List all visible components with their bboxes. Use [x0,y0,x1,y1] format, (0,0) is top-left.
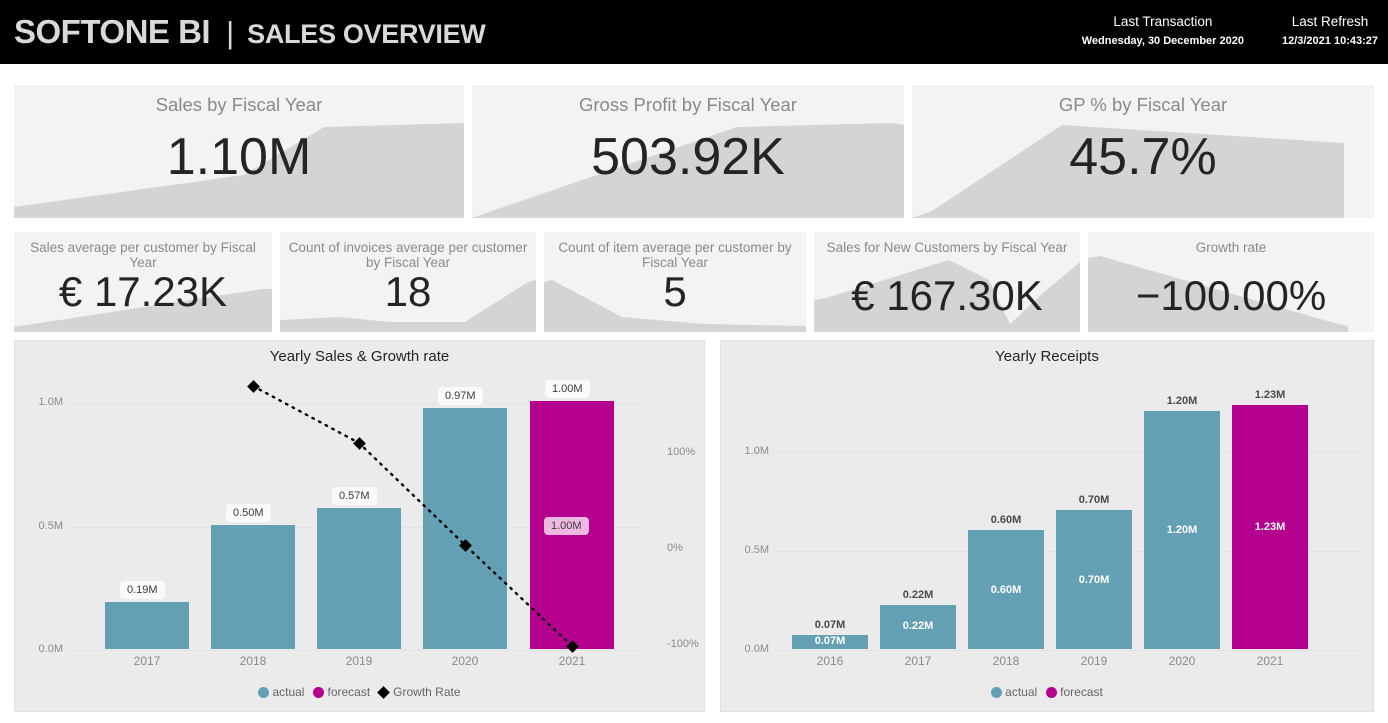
kpi-card-gross-profit[interactable]: Gross Profit by Fiscal Year 503.92K [472,85,904,218]
bar-label-2016: 0.07M [792,619,868,631]
bar-label-2019: 0.70M [1056,494,1132,506]
legend-item-actual[interactable]: actual [991,685,1037,699]
kpi-card-new-customer-sales[interactable]: Sales for New Customers by Fiscal Year €… [814,232,1080,332]
y-axis-tick: 0.0M [727,643,769,655]
bar-label-2018: 0.60M [968,514,1044,526]
kpi-title: GP % by Fiscal Year [912,95,1374,116]
bar-label-2021: 1.23M [1232,389,1308,401]
bar-inner-label-2020: 1.20M [1144,524,1220,536]
kpi-title: Sales by Fiscal Year [14,95,464,116]
chart-legend[interactable]: actual forecast [721,685,1373,699]
legend-label-forecast: forecast [1060,685,1103,699]
kpi-value: 18 [280,268,536,316]
kpi-value: 5 [544,268,806,316]
kpi-title: Sales average per customer by Fiscal Yea… [14,240,272,270]
last-refresh-label: Last Refresh [1282,12,1378,31]
y-axis-tick: 1.0M [727,445,769,457]
page-title: SALES OVERVIEW [247,19,485,50]
x-axis-tick: 2017 [880,654,956,668]
kpi-card-sales[interactable]: Sales by Fiscal Year 1.10M [14,85,464,218]
y-axis-tick: 0.5M [727,544,769,556]
x-axis-tick: 2021 [1232,654,1308,668]
last-refresh-stamp: Last Refresh 12/3/2021 10:43:27 [1282,12,1378,49]
x-axis-tick: 2016 [792,654,868,668]
last-refresh-value: 12/3/2021 10:43:27 [1282,33,1378,49]
chart-panel-yearly-receipts[interactable]: Yearly Receipts 1.0M 0.5M 0.0M 0.07M 0.2… [720,340,1374,712]
kpi-title: Count of item average per customer by Fi… [544,240,806,270]
kpi-value: 1.10M [14,127,464,187]
x-axis-tick: 2018 [968,654,1044,668]
kpi-title: Gross Profit by Fiscal Year [472,95,904,116]
bar-label-2017: 0.22M [880,589,956,601]
legend-label-actual: actual [1005,685,1037,699]
chart-title: Yearly Receipts [721,348,1373,365]
kpi-value: −100.00% [1088,272,1374,320]
chart-panel-yearly-sales[interactable]: Yearly Sales & Growth rate 1.0M 0.5M 0.0… [14,340,705,712]
kpi-title: Sales for New Customers by Fiscal Year [814,240,1080,255]
bar-inner-label-2018: 0.60M [968,584,1044,596]
kpi-card-invoice-count-avg[interactable]: Count of invoices average per customer b… [280,232,536,332]
kpi-card-growth-rate[interactable]: Growth rate −100.00% [1088,232,1374,332]
last-transaction-stamp: Last Transaction Wednesday, 30 December … [1082,12,1244,49]
kpi-card-item-count-avg[interactable]: Count of item average per customer by Fi… [544,232,806,332]
bar-inner-label-2021: 1.23M [1232,521,1308,533]
legend-swatch-forecast-icon [1046,687,1057,698]
gridline-0-0m [774,650,1361,651]
bar-inner-label-2019: 0.70M [1056,574,1132,586]
bar-inner-label-2016: 0.07M [792,635,868,647]
last-transaction-value: Wednesday, 30 December 2020 [1082,33,1244,49]
kpi-title: Count of invoices average per customer b… [280,240,536,270]
kpi-card-gp-percent[interactable]: GP % by Fiscal Year 45.7% [912,85,1374,218]
bar-label-2020: 1.20M [1144,395,1220,407]
kpi-card-sales-avg-per-customer[interactable]: Sales average per customer by Fiscal Yea… [14,232,272,332]
header-timestamps: Last Transaction Wednesday, 30 December … [1082,12,1378,49]
growth-rate-line [15,341,706,713]
kpi-value: € 167.30K [814,272,1080,320]
legend-item-forecast[interactable]: forecast [1046,685,1103,699]
brand-separator: | [226,15,234,51]
brand: SOFTONE BI | SALES OVERVIEW [14,13,486,51]
kpi-value: 503.92K [472,127,904,187]
kpi-title: Growth rate [1088,240,1374,255]
kpi-value: € 17.23K [14,268,272,316]
kpi-value: 45.7% [912,127,1374,187]
app-header: SOFTONE BI | SALES OVERVIEW Last Transac… [0,0,1388,64]
bar-inner-label-2017: 0.22M [880,620,956,632]
x-axis-tick: 2019 [1056,654,1132,668]
last-transaction-label: Last Transaction [1082,12,1244,31]
x-axis-tick: 2020 [1144,654,1220,668]
legend-swatch-actual-icon [991,687,1002,698]
brand-title: SOFTONE BI [14,13,210,51]
